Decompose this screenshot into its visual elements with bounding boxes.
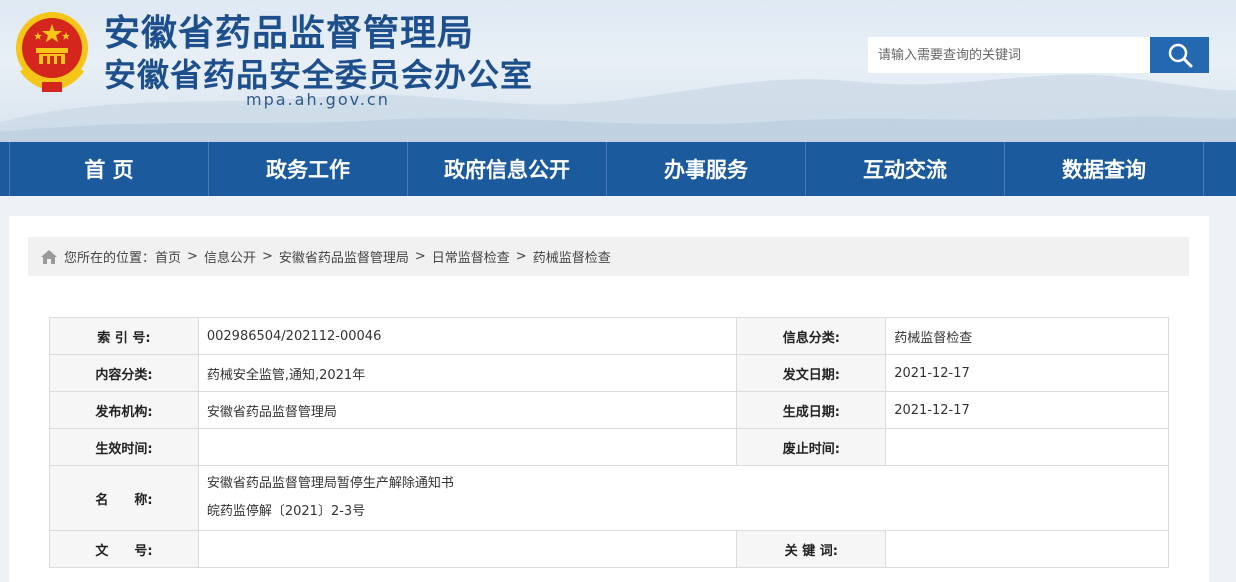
site-domain: mpa.ah.gov.cn xyxy=(246,90,390,109)
breadcrumb-info-disclosure[interactable]: 信息公开 xyxy=(204,247,256,266)
document-number-text: 皖药监停解〔2021〕2-3号 xyxy=(206,504,366,519)
document-name: 安徽省药品监督管理局暂停生产解除通知书 xyxy=(206,476,454,491)
breadcrumb-bureau[interactable]: 安徽省药品监督管理局 xyxy=(279,247,409,266)
main-nav: 首 页 政务工作 政府信息公开 办事服务 互动交流 数据查询 xyxy=(0,142,1236,196)
home-icon xyxy=(40,249,58,265)
expiry-time-value xyxy=(885,428,1169,466)
breadcrumb-separator: > xyxy=(515,249,527,264)
search-input[interactable] xyxy=(868,37,1150,73)
breadcrumb-routine-inspection[interactable]: 日常监督检查 xyxy=(432,247,510,266)
table-row: 文 号: 关 键 词: xyxy=(49,530,1169,568)
info-category-value: 药械监督检查 xyxy=(885,317,1169,355)
index-label: 索 引 号: xyxy=(49,317,199,355)
nav-item-home[interactable]: 首 页 xyxy=(10,142,209,196)
name-label: 名 称: xyxy=(49,465,199,531)
index-value: 002986504/202112-00046 xyxy=(197,317,738,355)
search-icon xyxy=(1168,43,1192,68)
effective-time-value xyxy=(197,428,738,466)
issue-date-value: 2021-12-17 xyxy=(885,354,1169,392)
keywords-label: 关 键 词: xyxy=(736,530,887,568)
content-category-label: 内容分类: xyxy=(49,354,199,392)
effective-time-label: 生效时间: xyxy=(49,428,199,466)
content-category-value: 药械安全监管,通知,2021年 xyxy=(197,354,738,392)
publisher-label: 发布机构: xyxy=(49,391,199,429)
breadcrumb-prefix: 您所在的位置： xyxy=(64,251,156,266)
name-value: 安徽省药品监督管理局暂停生产解除通知书 皖药监停解〔2021〕2-3号 xyxy=(197,465,1170,531)
publisher-value: 安徽省药品监督管理局 xyxy=(197,391,738,429)
info-category-label: 信息分类: xyxy=(736,317,887,355)
breadcrumb: 您所在的位置： 首页 > 信息公开 > 安徽省药品监督管理局 > 日常监督检查 … xyxy=(28,237,1189,276)
table-row: 索 引 号: 002986504/202112-00046 信息分类: 药械监督… xyxy=(49,317,1169,355)
document-info-table: 索 引 号: 002986504/202112-00046 信息分类: 药械监督… xyxy=(49,317,1170,568)
nav-item-info-disclosure[interactable]: 政府信息公开 xyxy=(408,142,607,196)
nav-item-services[interactable]: 办事服务 xyxy=(607,142,806,196)
doc-number-label: 文 号: xyxy=(49,530,199,568)
nav-item-data-query[interactable]: 数据查询 xyxy=(1005,142,1204,196)
breadcrumb-home[interactable]: 首页 xyxy=(155,247,181,266)
breadcrumb-separator: > xyxy=(187,249,198,264)
nav-item-government-work[interactable]: 政务工作 xyxy=(209,142,408,196)
national-emblem-icon xyxy=(16,12,88,92)
table-row: 内容分类: 药械安全监管,通知,2021年 发文日期: 2021-12-17 xyxy=(49,354,1169,392)
generated-date-value: 2021-12-17 xyxy=(885,391,1169,429)
nav-item-interaction[interactable]: 互动交流 xyxy=(806,142,1005,196)
breadcrumb-separator: > xyxy=(414,249,426,264)
breadcrumb-current[interactable]: 药械监督检查 xyxy=(533,247,611,266)
generated-date-label: 生成日期: xyxy=(736,391,887,429)
table-row: 生效时间: 废止时间: xyxy=(49,428,1169,466)
expiry-time-label: 废止时间: xyxy=(736,428,887,466)
issue-date-label: 发文日期: xyxy=(736,354,887,392)
nav-edge-left xyxy=(0,142,10,196)
nav-edge-right xyxy=(1204,142,1236,196)
keywords-value xyxy=(885,530,1169,568)
doc-number-value xyxy=(197,530,738,568)
breadcrumb-separator: > xyxy=(261,249,273,264)
table-row: 名 称: 安徽省药品监督管理局暂停生产解除通知书 皖药监停解〔2021〕2-3号 xyxy=(49,465,1170,531)
table-row: 发布机构: 安徽省药品监督管理局 生成日期: 2021-12-17 xyxy=(49,391,1169,429)
site-header: 安徽省药品监督管理局 安徽省药品安全委员会办公室 mpa.ah.gov.cn xyxy=(0,0,1236,142)
site-title-primary: 安徽省药品监督管理局 xyxy=(104,13,475,54)
search-button[interactable] xyxy=(1150,37,1209,73)
